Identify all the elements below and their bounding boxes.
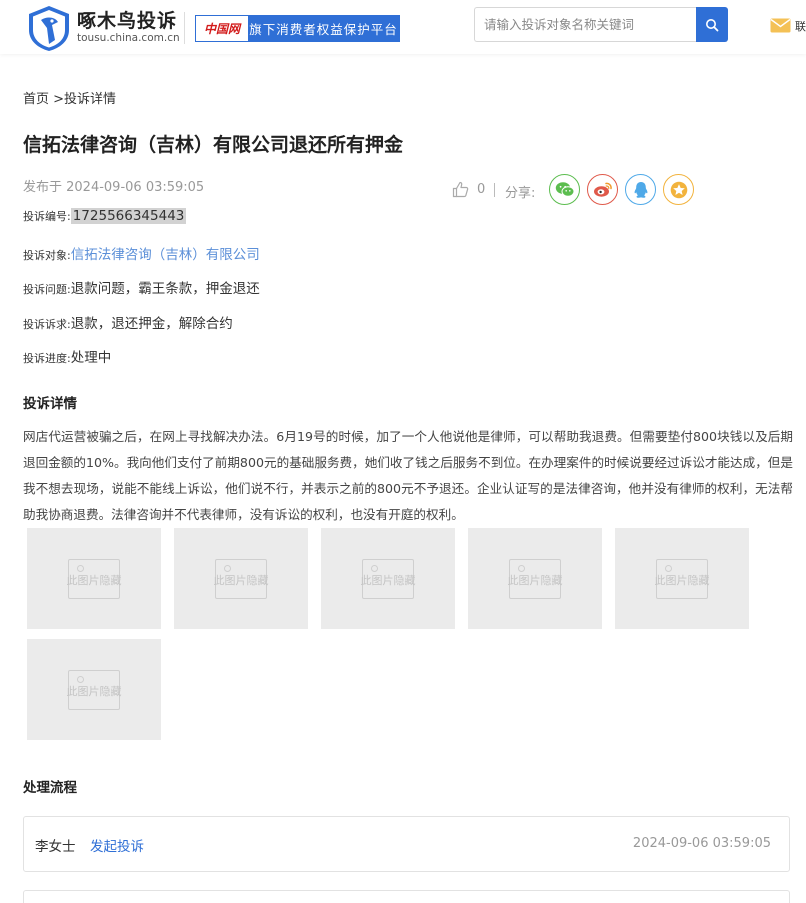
page-title: 信拓法律咨询（吉林）有限公司退还所有押金 <box>23 134 404 156</box>
process-step-next <box>23 890 790 903</box>
hidden-image-1[interactable]: 此图片隐藏 <box>27 528 161 629</box>
wechat-icon <box>555 182 574 197</box>
process-step: 李女士 发起投诉 2024-09-06 03:59:05 <box>23 816 790 872</box>
complaint-demand-value: 退款，退还押金，解除合约 <box>70 316 233 332</box>
complaint-target-label: 投诉对象: <box>23 249 71 262</box>
hidden-image-2[interactable]: 此图片隐藏 <box>174 528 308 629</box>
share-qzone-button[interactable] <box>663 174 694 205</box>
breadcrumb-separator: > <box>49 92 65 107</box>
hidden-image-caption: 此图片隐藏 <box>360 574 416 587</box>
publish-time: 发布于 2024-09-06 03:59:05 <box>23 180 205 195</box>
complaint-issue-row: 投诉问题: 退款问题，霸王条款，押金退还 <box>23 277 260 297</box>
hidden-image-caption: 此图片隐藏 <box>213 574 269 587</box>
share-weibo-button[interactable] <box>587 174 618 205</box>
hidden-image-caption: 此图片隐藏 <box>66 574 122 587</box>
complaint-issue-value: 退款问题，霸王条款，押金退还 <box>70 281 260 297</box>
weibo-icon <box>593 182 612 197</box>
share-wechat-button[interactable] <box>549 174 580 205</box>
site-url: tousu.china.com.cn <box>77 32 180 44</box>
header-user-link[interactable]: 联 <box>795 18 806 34</box>
woodpecker-logo-icon[interactable] <box>25 4 73 52</box>
share-label: 分享: <box>505 186 536 201</box>
qq-icon <box>634 181 647 198</box>
details-text: 网店代运营被骗之后，在网上寻找解决办法。6月19号的时候，加了一个人他说他是律师… <box>23 429 793 522</box>
hidden-image-caption: 此图片隐藏 <box>66 685 122 698</box>
process-heading: 处理流程 <box>23 780 77 796</box>
details-heading: 投诉详情 <box>23 396 77 412</box>
process-step-name: 李女士 <box>35 839 76 855</box>
process-step-time: 2024-09-06 03:59:05 <box>632 836 771 851</box>
like-count: 0 <box>477 182 486 197</box>
breadcrumb-home[interactable]: 首页 <box>23 92 49 107</box>
hidden-image-caption: 此图片隐藏 <box>654 574 710 587</box>
header-divider <box>184 12 185 44</box>
search-input[interactable] <box>474 7 697 42</box>
complaint-number-label: 投诉编号: <box>23 210 71 223</box>
share-separator <box>494 183 495 197</box>
complaint-target-link[interactable]: 信拓法律咨询（吉林）有限公司 <box>71 243 260 263</box>
complaint-progress-row: 投诉进度: 处理中 <box>23 346 111 366</box>
complaint-target-row: 投诉对象: 信拓法律咨询（吉林）有限公司 <box>23 243 260 263</box>
search-button[interactable] <box>696 7 728 42</box>
china-net-badge[interactable]: 中国网 旗下消费者权益保护平台 <box>195 15 400 42</box>
china-net-logo: 中国网 <box>196 16 248 41</box>
share-qq-button[interactable] <box>625 174 656 205</box>
partner-tagline: 旗下消费者权益保护平台 <box>249 22 398 37</box>
mail-icon[interactable] <box>770 18 791 33</box>
breadcrumb: 首页 >投诉详情 <box>23 88 116 107</box>
hidden-image-3[interactable]: 此图片隐藏 <box>321 528 455 629</box>
search-icon <box>706 18 719 31</box>
thumbs-up-icon[interactable] <box>452 181 469 198</box>
complaint-issue-label: 投诉问题: <box>23 283 71 296</box>
complaint-progress-value: 处理中 <box>70 350 112 366</box>
complaint-demand-label: 投诉诉求: <box>23 318 71 331</box>
breadcrumb-current: 投诉详情 <box>64 92 117 107</box>
site-header: 啄木鸟投诉 tousu.china.com.cn 中国网 旗下消费者权益保护平台… <box>0 0 806 54</box>
complaint-number-row: 投诉编号: 1725566345443 <box>23 208 187 224</box>
process-step-action: 发起投诉 <box>90 839 144 855</box>
complaint-progress-label: 投诉进度: <box>23 352 71 365</box>
hidden-image-4[interactable]: 此图片隐藏 <box>468 528 602 629</box>
qzone-star-icon <box>670 181 687 198</box>
hidden-image-5[interactable]: 此图片隐藏 <box>615 528 749 629</box>
complaint-demand-row: 投诉诉求: 退款，退还押金，解除合约 <box>23 312 233 332</box>
hidden-image-caption: 此图片隐藏 <box>507 574 563 587</box>
complaint-number-value[interactable]: 1725566345443 <box>70 208 187 224</box>
site-name[interactable]: 啄木鸟投诉 <box>77 6 177 33</box>
hidden-image-6[interactable]: 此图片隐藏 <box>27 639 161 740</box>
